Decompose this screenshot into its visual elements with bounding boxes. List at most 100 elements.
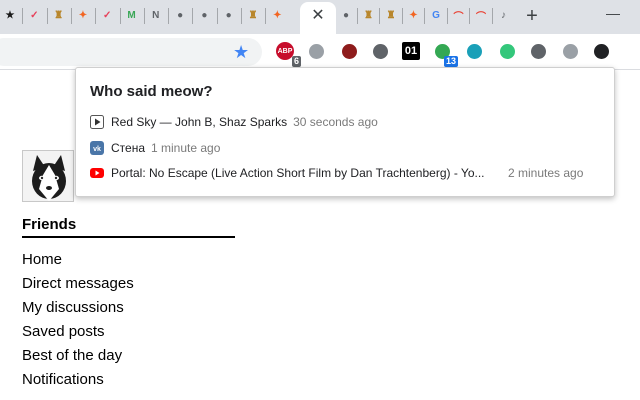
vk-icon: vk — [90, 141, 104, 155]
tab-separator — [424, 8, 425, 24]
rainbow-favicon-icon: ⌒ — [453, 11, 464, 23]
fire-logo-favicon-icon: ✦ — [273, 9, 282, 21]
browser-tab[interactable]: ♪ — [496, 7, 512, 23]
o1-extension-icon[interactable]: 01 — [401, 41, 421, 61]
tab-separator — [265, 8, 267, 24]
fire-logo-favicon-icon: ✦ — [409, 9, 418, 21]
svg-text:vk: vk — [93, 146, 101, 153]
browser-tab[interactable]: ● — [221, 7, 237, 23]
youtube-icon — [90, 166, 104, 180]
adblock-extension-icon[interactable]: ABP 6 — [275, 41, 301, 67]
activity-text: Red Sky — John B, Shaz Sparks — [111, 115, 288, 129]
close-tab-icon[interactable]: ✕ — [310, 5, 326, 27]
green-ring-extension-icon[interactable] — [497, 41, 517, 61]
browser-tab[interactable]: ✦ — [406, 7, 422, 23]
activity-time: 1 minute ago — [151, 141, 221, 155]
shield-extension-icon[interactable] — [528, 41, 548, 61]
react-glyph — [466, 43, 482, 59]
browser-tab[interactable]: ● — [196, 7, 212, 23]
porsche-crest-favicon-icon: ♜ — [54, 9, 64, 21]
extension-popup: Who said meow? Red Sky — John B, Shaz Sp… — [75, 67, 615, 197]
camera-extension-icon[interactable] — [560, 41, 580, 61]
red-shield-glyph — [341, 43, 357, 59]
cat-face-glyph — [593, 43, 609, 59]
avatar[interactable] — [22, 150, 74, 202]
activity-time: 30 seconds ago — [293, 115, 378, 129]
browser-tab[interactable]: ♜ — [51, 7, 67, 23]
tab-separator — [95, 8, 97, 24]
menu-item-my-discussions[interactable]: My discussions — [22, 298, 134, 322]
tab-separator — [241, 8, 242, 24]
globe-favicon-icon: ● — [225, 9, 232, 21]
menu-item-notifications[interactable]: Notifications — [22, 370, 134, 394]
tab-separator — [192, 8, 194, 24]
activity-text: Portal: No Escape (Live Action Short Fil… — [111, 166, 485, 180]
tab-separator — [356, 8, 358, 24]
tab-separator — [22, 8, 24, 24]
tab-separator — [469, 8, 470, 24]
tab-separator — [446, 8, 448, 24]
address-bar[interactable] — [0, 38, 262, 66]
activity-row[interactable]: Portal: No Escape (Live Action Short Fil… — [90, 164, 583, 182]
tab-separator — [143, 8, 145, 24]
red-shield-extension-icon[interactable] — [339, 41, 359, 61]
menu-item-home[interactable]: Home — [22, 250, 134, 274]
menu-item-direct-messages[interactable]: Direct messages — [22, 274, 134, 298]
browser-tab[interactable]: ⌒ — [451, 7, 467, 23]
green-ring-glyph — [499, 43, 515, 59]
extension-badge: 13 — [443, 56, 458, 67]
tab-separator — [168, 8, 170, 24]
husky-avatar-icon — [23, 151, 73, 201]
react-extension-icon[interactable] — [464, 41, 484, 61]
tab-separator — [491, 8, 493, 24]
browser-tab[interactable]: ✓ — [26, 7, 42, 23]
google-drive-glyph — [308, 43, 324, 59]
tab-separator — [46, 8, 48, 24]
cat-face-extension-icon[interactable] — [591, 41, 611, 61]
browser-tab[interactable]: ● — [172, 7, 188, 23]
tab-separator — [119, 8, 121, 24]
browser-tab[interactable]: G — [428, 7, 444, 23]
shield-glyph — [530, 43, 546, 59]
new-tab-button[interactable]: + — [521, 5, 543, 27]
globe-favicon-icon: ● — [342, 9, 350, 21]
checkmark-favicon-icon: ✓ — [30, 9, 39, 21]
n-favicon-icon: N — [152, 9, 160, 21]
gear-extension-icon[interactable] — [370, 41, 390, 61]
camera-glyph — [562, 43, 578, 59]
tab-separator — [216, 8, 218, 24]
activity-time: 2 minutes ago — [508, 166, 584, 180]
browser-tab[interactable]: ✓ — [99, 7, 115, 23]
browser-tab[interactable]: M — [124, 7, 140, 23]
porsche-crest-favicon-icon: ♜ — [386, 9, 396, 21]
activity-row[interactable]: Red Sky — John B, Shaz Sparks 30 seconds… — [90, 113, 378, 131]
browser-tab[interactable]: ★ — [2, 7, 18, 23]
menu-item-saved-posts[interactable]: Saved posts — [22, 322, 134, 346]
browser-tab[interactable]: ✦ — [269, 7, 285, 23]
porsche-crest-favicon-icon: ♜ — [248, 9, 258, 21]
browser-tab[interactable]: ● — [338, 7, 354, 23]
colorful-globe-extension-icon[interactable]: 13 — [432, 41, 458, 67]
speaker-icon: ♪ — [501, 9, 506, 21]
side-menu: Home Direct messages My discussions Saved p… — [22, 250, 134, 394]
menu-item-best-of-the-day[interactable]: Best of the day — [22, 346, 134, 370]
gear-glyph — [372, 43, 388, 59]
activity-row[interactable]: vk Стена 1 minute ago — [90, 139, 220, 157]
google-favicon-icon: G — [432, 9, 440, 21]
checkmark-favicon-icon: ✓ — [102, 9, 112, 21]
green-m-favicon-icon: M — [127, 9, 136, 21]
friends-heading: Friends — [22, 216, 77, 233]
browser-tab[interactable]: ✦ — [75, 7, 91, 23]
browser-tab[interactable]: N — [148, 7, 164, 23]
popup-title: Who said meow? — [90, 83, 213, 100]
minimize-window-button[interactable]: — — [598, 2, 628, 24]
browser-tab[interactable]: ♜ — [383, 7, 399, 23]
play-icon — [90, 115, 104, 129]
browser-tab[interactable]: ♜ — [361, 7, 377, 23]
google-drive-extension-icon[interactable] — [306, 41, 326, 61]
browser-tab[interactable]: ♜ — [245, 7, 261, 23]
browser-tab[interactable]: ⌒ — [473, 7, 489, 23]
rainbow-favicon-icon: ⌒ — [476, 11, 486, 23]
bookmark-star-icon[interactable]: ★ — [233, 41, 249, 63]
globe-favicon-icon: ● — [177, 9, 184, 21]
